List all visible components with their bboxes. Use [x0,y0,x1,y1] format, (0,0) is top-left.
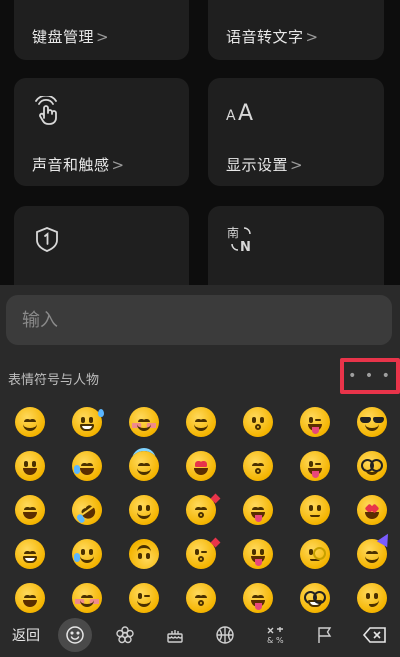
emoji-grin-smile[interactable] [1,488,58,532]
emoji-relieved[interactable] [172,400,229,444]
chevron-right-icon: > [305,28,319,46]
emoji-smiling-hearts[interactable] [172,488,229,532]
emoji-sunglasses[interactable] [343,400,400,444]
emoji-joy[interactable] [58,444,115,488]
emoji-savoring[interactable] [229,488,286,532]
tab-activity[interactable] [200,613,250,657]
chevron-right-icon: > [96,28,110,46]
flag-icon [318,627,332,643]
emoji-wink-tongue[interactable] [286,400,343,444]
cake-icon [167,630,183,643]
tab-flags[interactable] [300,613,350,657]
emoji-upside-down[interactable] [115,532,172,576]
card-voice-to-text[interactable]: 语音转文字 > [208,0,384,60]
emoji-heart-eyes[interactable] [172,444,229,488]
svg-text:%: % [276,636,284,645]
tab-smileys[interactable] [50,613,100,657]
more-dots-icon: • • • [348,368,392,384]
back-button[interactable]: 返回 [0,625,50,645]
south-north-switch-icon: 南 N [226,224,256,255]
tab-symbols[interactable]: & % [250,613,300,657]
card-label: 声音和触感 [32,156,110,174]
emoji-tear-smile[interactable] [58,532,115,576]
emoji-tongue[interactable] [229,532,286,576]
emoji-sweat-smile[interactable] [58,400,115,444]
backspace-icon [362,627,386,643]
emoji-smiley[interactable] [1,444,58,488]
emoji-raised-eyebrow[interactable] [286,488,343,532]
more-options-button[interactable]: • • • [340,358,400,394]
emoji-category-title: 表情符号与人物 [8,373,100,388]
card-sound-and-touch[interactable]: 声音和触感 > [14,78,189,186]
card-label: 显示设置 [226,156,289,174]
card-display-settings[interactable]: A A 显示设置 > [208,78,384,186]
svg-text:N: N [240,240,251,254]
emoji-zany[interactable] [286,444,343,488]
emoji-kissing-smiling[interactable] [229,444,286,488]
touch-vibration-icon [32,94,62,126]
tab-food[interactable] [150,613,200,657]
card-label: 键盘管理 [32,28,95,46]
tab-nature[interactable] [100,613,150,657]
emoji-monocle[interactable] [286,532,343,576]
chevron-right-icon: > [290,156,304,174]
emoji-kissing[interactable] [229,400,286,444]
emoji-slight-smile[interactable] [115,488,172,532]
emoji-innocent[interactable] [115,444,172,488]
emoji-smile[interactable] [1,400,58,444]
card-keyboard-management[interactable]: 键盘管理 > [14,0,189,60]
text-input-box[interactable] [6,295,392,345]
emoji-keyboard: 表情符号与人物 • • • [0,285,400,657]
svg-text:南: 南 [227,225,239,240]
settings-cards: 键盘管理 > 语音转文字 > 声音和触感 > A A 显示设置 > 南 N [0,0,400,306]
emoji-grimace[interactable] [1,532,58,576]
basketball-icon [216,626,234,644]
shield-number-icon [32,224,62,254]
emoji-kissing-heart[interactable] [172,532,229,576]
emoji-rofl[interactable] [58,488,115,532]
emoji-blush[interactable] [115,400,172,444]
emoji-partying[interactable] [343,530,400,576]
keyboard-bottom-bar: 返回 & % [0,613,400,657]
smiley-icon [66,626,84,644]
text-input[interactable] [6,295,392,345]
symbols-icon: & % [267,627,284,645]
font-size-icon: A A [226,96,266,126]
emoji-disguised[interactable] [343,444,400,488]
delete-key[interactable] [350,613,400,657]
card-label: 语音转文字 [226,28,304,46]
emoji-star-struck[interactable] [343,488,400,532]
emoji-grid [0,400,400,620]
svg-text:A: A [238,101,253,126]
svg-text:&: & [267,636,273,645]
chevron-right-icon: > [111,156,125,174]
svg-text:A: A [226,108,236,124]
flower-icon [116,626,134,644]
